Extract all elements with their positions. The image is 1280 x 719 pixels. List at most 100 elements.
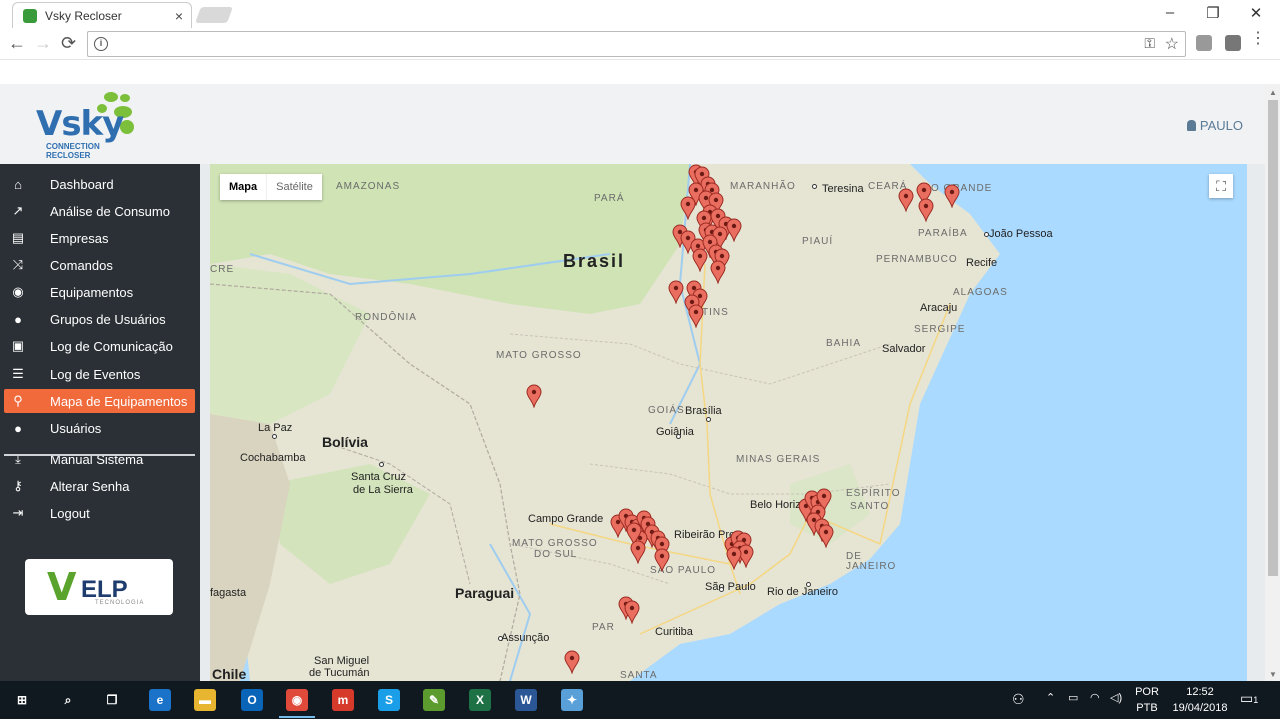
paint-icon[interactable]: ✦ xyxy=(561,689,583,711)
equipment-marker-icon[interactable] xyxy=(564,650,580,674)
reload-button[interactable]: ⟳ xyxy=(61,33,76,54)
explorer-icon[interactable]: ▬ xyxy=(194,689,216,711)
equipment-marker-icon[interactable] xyxy=(918,198,934,222)
chrome-icon[interactable]: ◉ xyxy=(286,689,308,711)
notepad-icon[interactable]: ✎ xyxy=(423,689,445,711)
edge-icon[interactable]: e xyxy=(149,689,171,711)
sidebar-item-6[interactable]: ▣ Log de Comunicação xyxy=(4,334,195,358)
page-scrollbar[interactable]: ▲ ▼ xyxy=(1265,84,1280,681)
map-label: GOIÁS xyxy=(648,405,685,416)
map-type-mapa[interactable]: Mapa xyxy=(220,174,266,200)
bookmark-star-icon[interactable]: ☆ xyxy=(1165,34,1179,54)
equipment-marker-icon[interactable] xyxy=(624,600,640,624)
word-icon[interactable]: W xyxy=(515,689,537,711)
equipment-map[interactable]: AMAZONASPARÁMARANHÃOTeresinaCEARÁRIO GRA… xyxy=(210,164,1247,681)
battery-icon[interactable]: ▭ xyxy=(1068,691,1078,704)
sidebar-item-label: Análise de Consumo xyxy=(50,203,170,219)
fullscreen-icon[interactable]: ⛶ xyxy=(1209,174,1233,198)
map-type-control: Mapa Satélite xyxy=(220,174,322,200)
map-label: Goiânia xyxy=(656,426,694,438)
minimize-button[interactable]: – xyxy=(1160,4,1180,21)
sidebar-item-3[interactable]: ⤨ Comandos xyxy=(4,253,195,277)
map-label: ESPÍRITO xyxy=(846,488,901,499)
sidebar-item-8[interactable]: ⚲ Mapa de Equipamentos xyxy=(4,389,195,413)
tray-expand-icon[interactable]: ⌃ xyxy=(1046,691,1055,704)
map-label: Brasília xyxy=(685,405,722,417)
tab-title: Vsky Recloser xyxy=(45,8,122,23)
equipment-marker-icon[interactable] xyxy=(898,188,914,212)
skype-icon[interactable]: S xyxy=(378,689,400,711)
map-label: de Tucumán xyxy=(309,667,370,679)
map-label: Curitiba xyxy=(655,626,693,638)
new-tab-button[interactable] xyxy=(195,7,233,23)
equipment-marker-icon[interactable] xyxy=(630,540,646,564)
map-label: La Paz xyxy=(258,422,293,434)
address-bar[interactable]: i ⚿ ☆ xyxy=(87,31,1186,57)
map-label: AMAZONAS xyxy=(336,181,401,192)
excel-icon[interactable]: X xyxy=(469,689,491,711)
sign-out-icon: ⇥ xyxy=(12,505,24,520)
language-indicator[interactable]: POR PTB xyxy=(1134,686,1160,714)
equipment-marker-icon[interactable] xyxy=(944,184,960,208)
city-dot xyxy=(272,434,277,439)
sidebar-item-10[interactable]: ⤓ Manual Sistema xyxy=(4,447,195,471)
clock[interactable]: 12:52 19/04/2018 xyxy=(1170,686,1230,714)
extension-icon-2[interactable] xyxy=(1225,35,1241,51)
scroll-up-icon[interactable]: ▲ xyxy=(1269,88,1277,97)
key-icon[interactable]: ⚿ xyxy=(1144,35,1155,52)
equipment-marker-icon[interactable] xyxy=(818,524,834,548)
outlook-icon[interactable]: O xyxy=(241,689,263,711)
equipment-marker-icon[interactable] xyxy=(726,546,742,570)
map-label: BAHIA xyxy=(826,338,862,349)
windows-start-icon[interactable]: ⊞ xyxy=(11,689,33,711)
vsky-logo[interactable]: Vsky CONNECTION RECLOSER xyxy=(36,90,146,162)
map-label: CRE xyxy=(210,264,235,275)
tab-close-icon[interactable]: × xyxy=(175,8,183,24)
forward-button[interactable]: → xyxy=(34,33,52,54)
sidebar-item-label: Logout xyxy=(50,505,90,521)
equipment-marker-icon[interactable] xyxy=(692,248,708,272)
equipment-marker-icon[interactable] xyxy=(526,384,542,408)
equipment-marker-icon[interactable] xyxy=(726,218,742,242)
task-view-icon[interactable]: ❐ xyxy=(101,689,123,711)
wifi-icon[interactable]: ◠ xyxy=(1090,691,1100,704)
scroll-thumb[interactable] xyxy=(1268,100,1278,576)
sidebar-item-12[interactable]: ⇥ Logout xyxy=(4,501,195,525)
city-dot xyxy=(719,587,724,592)
equipment-marker-icon[interactable] xyxy=(654,548,670,572)
info-icon[interactable]: i xyxy=(94,37,108,51)
home-icon: ⌂ xyxy=(14,176,22,192)
map-label: MATO GROSSO xyxy=(512,538,598,549)
browser-menu-icon[interactable]: ⋮ xyxy=(1250,31,1266,47)
sidebar-item-11[interactable]: ⚷ Alterar Senha xyxy=(4,474,195,498)
line-chart-icon: ↗ xyxy=(12,203,24,218)
back-button[interactable]: ← xyxy=(8,33,26,54)
volume-icon[interactable]: ◁) xyxy=(1110,691,1122,704)
restore-button[interactable]: ❐ xyxy=(1203,4,1223,22)
sidebar-item-0[interactable]: ⌂ Dashboard xyxy=(4,172,195,196)
equipment-marker-icon[interactable] xyxy=(680,196,696,220)
close-window-button[interactable]: ✕ xyxy=(1246,4,1266,22)
sidebar-item-1[interactable]: ↗ Análise de Consumo xyxy=(4,199,195,223)
scroll-down-icon[interactable]: ▼ xyxy=(1269,670,1277,679)
sidebar-item-9[interactable]: ● Usuários xyxy=(4,416,195,440)
sidebar-item-label: Usuários xyxy=(50,420,102,436)
equipment-marker-icon[interactable] xyxy=(710,260,726,284)
sidebar-item-5[interactable]: ● Grupos de Usuários xyxy=(4,307,195,331)
sidebar-item-7[interactable]: ☰ Log de Eventos xyxy=(4,362,195,386)
equipment-marker-icon[interactable] xyxy=(668,280,684,304)
extension-icon[interactable] xyxy=(1196,35,1212,51)
search-icon[interactable]: ⌕ xyxy=(57,689,79,711)
map-label: São Paulo xyxy=(705,581,756,593)
map-label: Campo Grande xyxy=(528,513,604,525)
sidebar-item-2[interactable]: ▤ Empresas xyxy=(4,226,195,250)
people-icon[interactable]: ⚇ xyxy=(1012,691,1025,708)
user-menu[interactable]: PAULO xyxy=(1186,118,1243,133)
equipment-marker-icon[interactable] xyxy=(688,304,704,328)
list-icon: ☰ xyxy=(12,366,24,381)
sidebar-item-4[interactable]: ◉ Equipamentos xyxy=(4,280,195,304)
notification-icon[interactable]: ▭1 xyxy=(1240,690,1258,707)
app-red-icon[interactable]: m xyxy=(332,689,354,711)
tab-vsky-recloser[interactable]: Vsky Recloser × xyxy=(12,2,192,28)
map-type-satelite[interactable]: Satélite xyxy=(266,174,322,200)
